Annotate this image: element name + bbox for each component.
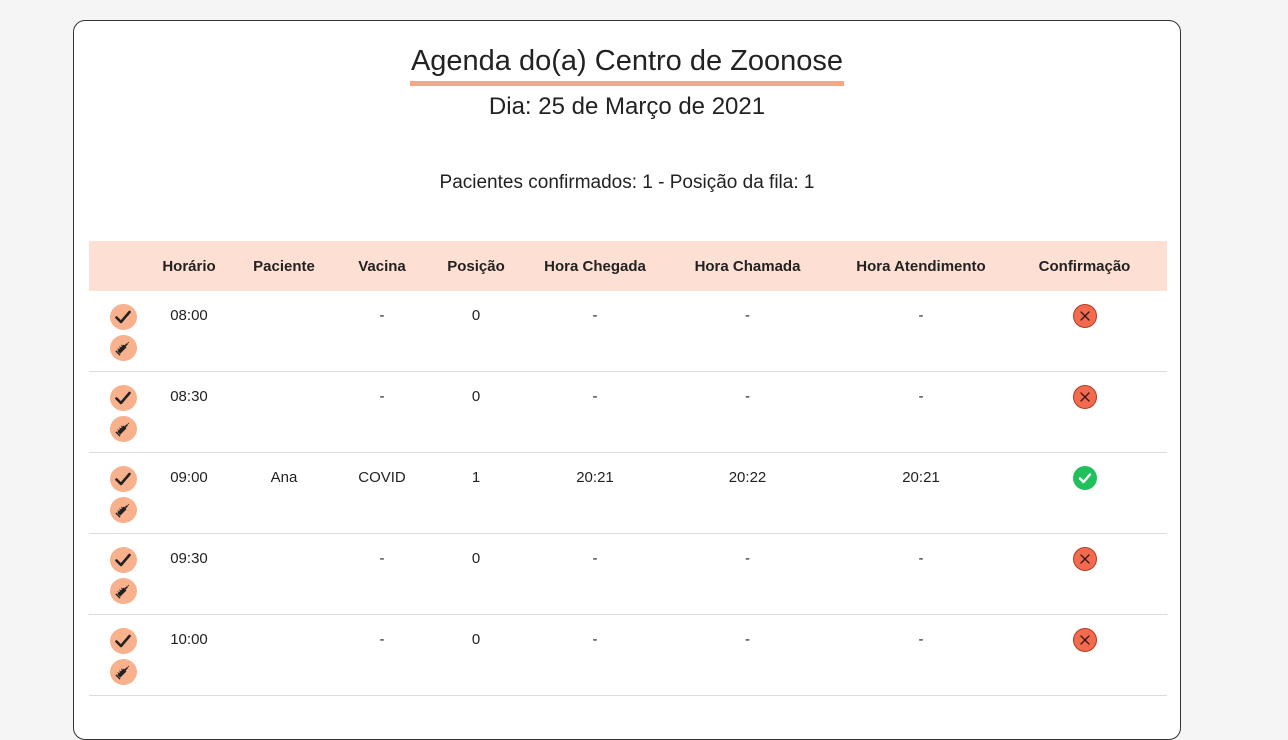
cell-hora-chegada: -	[535, 371, 655, 453]
cell-vacina: COVID	[347, 452, 417, 534]
cell-paciente	[221, 371, 347, 453]
cell-confirmacao	[1002, 533, 1167, 615]
cell-paciente	[221, 614, 347, 696]
queue-summary: Pacientes confirmados: 1 - Posição da fi…	[439, 172, 815, 193]
row-actions	[89, 452, 157, 534]
confirm-button[interactable]	[109, 304, 137, 330]
syringe-icon	[114, 501, 132, 519]
cell-vacina: -	[347, 533, 417, 615]
row-actions	[89, 614, 157, 696]
cell-vacina: -	[347, 614, 417, 696]
col-actions	[89, 241, 157, 291]
cell-posicao: 1	[417, 452, 535, 534]
vaccinate-button[interactable]	[109, 416, 137, 442]
table-row: 08:30-0- - -	[89, 371, 1167, 453]
check-circle-icon	[1072, 466, 1097, 490]
page-title: Agenda do(a) Centro de Zoonose	[409, 43, 845, 86]
check-icon	[115, 391, 131, 405]
x-circle-icon	[1072, 628, 1097, 652]
x-circle-icon	[1072, 547, 1097, 571]
cell-horario: 08:30	[157, 371, 221, 453]
col-posicao: Posição	[447, 257, 505, 275]
confirm-button[interactable]	[109, 466, 137, 492]
col-vacina: Vacina	[358, 257, 406, 275]
col-paciente: Paciente	[253, 257, 315, 275]
agenda-date: Dia: 25 de Março de 2021	[488, 93, 766, 120]
cell-paciente: Ana	[221, 452, 347, 534]
confirm-button[interactable]	[109, 547, 137, 573]
table-row: 08:00-0- - -	[89, 291, 1167, 372]
vaccinate-button[interactable]	[109, 335, 137, 361]
col-hora-atendimento: Hora Atendimento	[856, 257, 986, 275]
syringe-icon	[114, 582, 132, 600]
cell-paciente	[221, 533, 347, 615]
cell-confirmacao	[1002, 371, 1167, 453]
syringe-icon	[114, 663, 132, 681]
cell-horario: 10:00	[157, 614, 221, 696]
row-actions	[89, 533, 157, 615]
row-actions	[89, 291, 157, 372]
cell-hora-atendimento: -	[840, 371, 1002, 453]
cell-confirmacao	[1002, 614, 1167, 696]
cell-hora-chamada: 20:22	[655, 452, 840, 534]
cell-hora-atendimento: -	[840, 533, 1002, 615]
cell-posicao: 0	[417, 533, 535, 615]
cell-hora-atendimento: -	[840, 614, 1002, 696]
table-row: 09:00 Ana COVID 1 20:21 20:22 20:21	[89, 452, 1167, 534]
cell-hora-chegada: -	[535, 291, 655, 372]
row-actions	[89, 371, 157, 453]
check-icon	[115, 310, 131, 324]
x-circle-icon	[1072, 385, 1097, 409]
cell-hora-chamada: -	[655, 533, 840, 615]
page-title-wrap: Agenda do(a) Centro de Zoonose	[74, 43, 1180, 86]
agenda-card: Agenda do(a) Centro de Zoonose Dia: 25 d…	[73, 20, 1181, 740]
cell-hora-atendimento: -	[840, 291, 1002, 372]
check-icon	[115, 553, 131, 567]
cell-hora-chamada: -	[655, 614, 840, 696]
cell-vacina: -	[347, 371, 417, 453]
confirm-button[interactable]	[109, 628, 137, 654]
table-row: 10:00-0- - -	[89, 614, 1167, 696]
vaccinate-button[interactable]	[109, 659, 137, 685]
vaccinate-button[interactable]	[109, 578, 137, 604]
cell-horario: 09:00	[157, 452, 221, 534]
table-header-row: Horário Paciente Vacina Posição Hora Che…	[89, 241, 1167, 291]
check-icon	[115, 472, 131, 486]
cell-paciente	[221, 291, 347, 372]
cell-horario: 09:30	[157, 533, 221, 615]
table-row: 09:30-0- - -	[89, 533, 1167, 615]
cell-confirmacao	[1002, 291, 1167, 372]
confirm-button[interactable]	[109, 385, 137, 411]
syringe-icon	[114, 420, 132, 438]
cell-posicao: 0	[417, 614, 535, 696]
col-confirmacao: Confirmação	[1038, 257, 1131, 275]
cell-posicao: 0	[417, 291, 535, 372]
col-hora-chegada: Hora Chegada	[544, 257, 646, 275]
cell-confirmacao	[1002, 452, 1167, 534]
syringe-icon	[114, 339, 132, 357]
cell-hora-chegada: -	[535, 533, 655, 615]
cell-hora-chamada: -	[655, 291, 840, 372]
schedule-table: Horário Paciente Vacina Posição Hora Che…	[89, 241, 1167, 696]
col-hora-chamada: Hora Chamada	[694, 257, 801, 275]
x-circle-icon	[1072, 304, 1097, 328]
check-icon	[115, 634, 131, 648]
col-horario: Horário	[162, 257, 216, 275]
cell-hora-chamada: -	[655, 371, 840, 453]
cell-vacina: -	[347, 291, 417, 372]
cell-hora-chegada: 20:21	[535, 452, 655, 534]
cell-horario: 08:00	[157, 291, 221, 372]
cell-posicao: 0	[417, 371, 535, 453]
cell-hora-atendimento: 20:21	[840, 452, 1002, 534]
vaccinate-button[interactable]	[109, 497, 137, 523]
cell-hora-chegada: -	[535, 614, 655, 696]
